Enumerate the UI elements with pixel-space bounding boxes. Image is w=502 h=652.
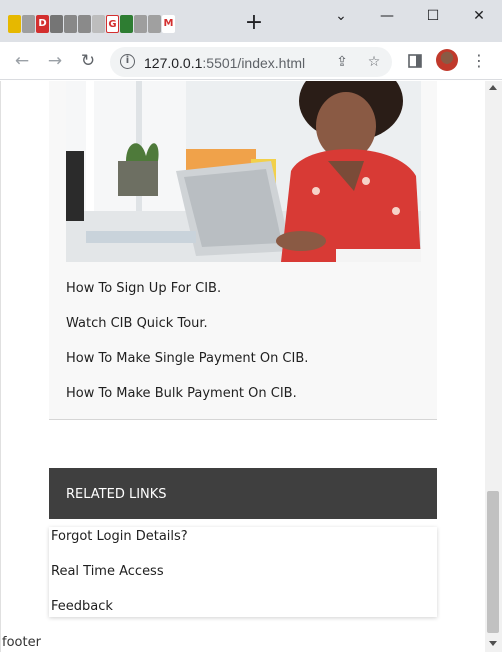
tab-favicon-10[interactable]: [134, 15, 147, 33]
tab-favicon-7[interactable]: [92, 15, 105, 33]
kebab-menu-icon[interactable]: ⋮: [468, 50, 490, 72]
side-panel-icon[interactable]: [404, 50, 426, 72]
card-link-sign-up[interactable]: How To Sign Up For CIB.: [66, 281, 221, 296]
profile-avatar[interactable]: [436, 49, 458, 71]
tab-favicon-2[interactable]: [22, 15, 35, 33]
tab-favicon-9[interactable]: [120, 15, 133, 33]
forward-arrow-icon[interactable]: →: [43, 49, 67, 73]
tab-favicon-5[interactable]: [64, 15, 77, 33]
new-tab-button[interactable]: +: [243, 12, 265, 34]
pinned-tabs: D G M: [8, 15, 176, 37]
card-link-quick-tour[interactable]: Watch CIB Quick Tour.: [66, 316, 208, 331]
resources-card: How To Sign Up For CIB. Watch CIB Quick …: [49, 81, 437, 420]
related-link-forgot-login[interactable]: Forgot Login Details?: [51, 529, 188, 544]
url-path: :5501/index.html: [202, 55, 306, 71]
scrollbar-thumb[interactable]: [487, 491, 499, 633]
card-link-single-payment[interactable]: How To Make Single Payment On CIB.: [66, 351, 308, 366]
reload-icon[interactable]: ↻: [76, 49, 100, 73]
page-viewport: How To Sign Up For CIB. Watch CIB Quick …: [0, 81, 485, 652]
tab-favicon-3[interactable]: D: [36, 15, 49, 33]
tab-strip: D G M + ⌄ — ☐ ✕: [0, 0, 502, 42]
tab-favicon-8[interactable]: G: [106, 15, 119, 33]
tab-favicon-4[interactable]: [50, 15, 63, 33]
minimize-button[interactable]: —: [364, 4, 410, 28]
vertical-scrollbar[interactable]: [485, 81, 502, 652]
related-links-list: Forgot Login Details? Real Time Access F…: [49, 527, 437, 617]
address-bar[interactable]: i 127.0.0.1:5501/index.html ⇪ ☆: [110, 47, 392, 77]
card-link-bulk-payment[interactable]: How To Make Bulk Payment On CIB.: [66, 386, 297, 401]
tab-search-icon[interactable]: ⌄: [318, 4, 364, 28]
browser-toolbar: ← → ↻ i 127.0.0.1:5501/index.html ⇪ ☆ ⋮: [0, 42, 502, 80]
tab-favicon-gmail[interactable]: M: [162, 15, 175, 33]
related-links-header: RELATED LINKS: [49, 468, 437, 519]
close-window-button[interactable]: ✕: [456, 4, 502, 28]
footer-label: footer: [2, 635, 41, 650]
site-info-icon[interactable]: i: [120, 54, 135, 69]
bookmark-star-icon[interactable]: ☆: [364, 52, 384, 72]
url-host: 127.0.0.1: [144, 55, 203, 71]
tab-favicon-11[interactable]: [148, 15, 161, 33]
back-arrow-icon[interactable]: ←: [10, 49, 34, 73]
related-link-real-time-access[interactable]: Real Time Access: [51, 564, 164, 579]
share-icon[interactable]: ⇪: [332, 52, 352, 72]
maximize-button[interactable]: ☐: [410, 4, 456, 28]
tab-favicon-6[interactable]: [78, 15, 91, 33]
scroll-down-arrow-icon[interactable]: [489, 641, 497, 646]
related-link-feedback[interactable]: Feedback: [51, 599, 113, 614]
hero-image: [66, 81, 421, 262]
related-links-title: RELATED LINKS: [66, 487, 167, 502]
url-text[interactable]: 127.0.0.1:5501/index.html: [144, 55, 305, 71]
scroll-up-arrow-icon[interactable]: [489, 85, 497, 90]
tab-favicon-1[interactable]: [8, 15, 21, 33]
